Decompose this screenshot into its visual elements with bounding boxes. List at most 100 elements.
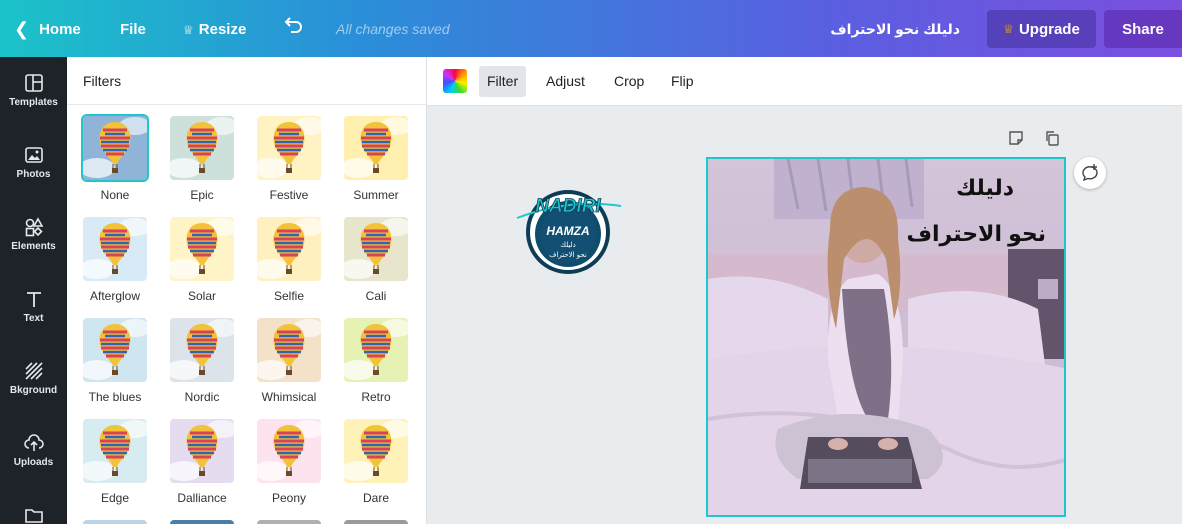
filter-option-edge[interactable]: Edge: [83, 419, 147, 505]
hot-air-balloon-thumbnail: [170, 217, 234, 281]
woman-with-laptop-photo[interactable]: [708, 159, 1066, 517]
filter-thumbnail: [170, 116, 234, 180]
filter-thumbnail: [170, 419, 234, 483]
add-comment-button[interactable]: [1074, 157, 1106, 189]
filter-label: Retro: [361, 390, 391, 404]
rail-item-uploads[interactable]: Uploads: [0, 433, 67, 468]
rail-item-text[interactable]: Text: [0, 289, 67, 324]
filter-thumbnail: [83, 318, 147, 382]
crop-button[interactable]: Crop: [606, 66, 652, 97]
design-page[interactable]: دليلك نحو الاحتراف: [706, 157, 1066, 517]
home-label: Home: [39, 21, 81, 38]
hot-air-balloon-thumbnail: [344, 419, 408, 483]
svg-text:نحو الاحتراف: نحو الاحتراف: [549, 251, 587, 259]
filters-panel: Filters None Epic Festive Summer Afterglow So…: [67, 57, 427, 524]
templates-icon: [24, 74, 43, 92]
resize-button[interactable]: ♕ Resize: [183, 21, 246, 38]
hot-air-balloon-thumbnail: [170, 419, 234, 483]
filter-thumbnail-partial[interactable]: [83, 520, 147, 524]
filter-thumbnail: [257, 217, 321, 281]
side-rail: Templates Photos Elements Text Bkground …: [0, 57, 67, 524]
hot-air-balloon-thumbnail: [257, 116, 321, 180]
filter-label: Dalliance: [177, 491, 227, 505]
filter-option-selfie[interactable]: Selfie: [257, 217, 321, 303]
hot-air-balloon-thumbnail: [83, 419, 147, 483]
background-icon: [24, 362, 43, 380]
design-title[interactable]: دليلك نحو الاحتراف: [830, 21, 960, 38]
filter-thumbnail-partial[interactable]: [344, 520, 408, 524]
file-menu-button[interactable]: File: [120, 21, 146, 38]
filter-option-summer[interactable]: Summer: [344, 116, 408, 202]
design-heading-line1[interactable]: دليلك: [956, 175, 1014, 201]
rail-item-templates[interactable]: Templates: [0, 73, 67, 108]
save-status: All changes saved: [336, 21, 450, 37]
filter-label: The blues: [88, 390, 142, 404]
image-toolbar: Filter Adjust Crop Flip: [427, 57, 1182, 106]
rail-label: Uploads: [13, 457, 54, 468]
filter-label: Nordic: [184, 390, 220, 404]
rail-item-elements[interactable]: Elements: [0, 217, 67, 252]
design-heading-line2[interactable]: نحو الاحتراف: [906, 221, 1046, 247]
svg-text:NADIRI: NADIRI: [535, 196, 601, 217]
svg-text:HAMZA: HAMZA: [546, 224, 589, 238]
rail-label: Text: [23, 313, 44, 324]
filter-option-nordic[interactable]: Nordic: [170, 318, 234, 404]
divider: [67, 104, 426, 105]
hot-air-balloon-thumbnail: [170, 116, 234, 180]
share-button[interactable]: Share: [1104, 10, 1182, 48]
crown-icon: ♕: [183, 22, 194, 37]
filter-thumbnail: [257, 419, 321, 483]
filter-thumbnail: [83, 419, 147, 483]
adjust-button[interactable]: Adjust: [538, 66, 593, 97]
filter-label: None: [100, 188, 130, 202]
upgrade-button[interactable]: ♕ Upgrade: [987, 10, 1096, 48]
uploads-icon: [23, 434, 44, 451]
color-swatch-button[interactable]: [443, 69, 467, 93]
filter-button[interactable]: Filter: [479, 66, 527, 97]
filter-thumbnail: [344, 419, 408, 483]
filter-option-cali[interactable]: Cali: [344, 217, 408, 303]
undo-button[interactable]: [282, 16, 304, 34]
filter-thumbnail: [170, 217, 234, 281]
filter-option-afterglow[interactable]: Afterglow: [83, 217, 147, 303]
hot-air-balloon-thumbnail: [257, 419, 321, 483]
folder-icon: [24, 509, 43, 523]
filter-option-festive[interactable]: Festive: [257, 116, 321, 202]
rail-label: Elements: [11, 241, 56, 252]
canvas-area: NADIRI HAMZA دليلك نحو الاحتراف دليلك نح…: [427, 106, 1182, 524]
rail-item-background[interactable]: Bkground: [0, 361, 67, 396]
hot-air-balloon-thumbnail: [257, 318, 321, 382]
filter-thumbnail: [344, 116, 408, 180]
filter-option-whimsical[interactable]: Whimsical: [257, 318, 321, 404]
nadiri-hamza-logo[interactable]: NADIRI HAMZA دليلك نحو الاحتراف: [509, 178, 627, 278]
filter-thumbnail: [170, 318, 234, 382]
rail-item-photos[interactable]: Photos: [0, 145, 67, 180]
filter-option-retro[interactable]: Retro: [344, 318, 408, 404]
filter-option-none[interactable]: None: [81, 114, 149, 202]
hot-air-balloon-thumbnail: [344, 318, 408, 382]
notes-icon[interactable]: [1008, 130, 1024, 146]
filter-label: Peony: [271, 491, 307, 505]
filter-thumbnail: [83, 217, 147, 281]
filter-option-the-blues[interactable]: The blues: [83, 318, 147, 404]
duplicate-icon[interactable]: [1044, 130, 1060, 146]
filter-thumbnail-partial[interactable]: [170, 520, 234, 524]
filter-option-solar[interactable]: Solar: [170, 217, 234, 303]
filter-label: Solar: [187, 289, 216, 303]
text-icon: [26, 292, 41, 307]
resize-label: Resize: [198, 21, 247, 38]
filter-label: Edge: [100, 491, 130, 505]
filter-option-dalliance[interactable]: Dalliance: [170, 419, 234, 505]
chevron-left-icon: ❮: [14, 19, 30, 39]
filter-option-peony[interactable]: Peony: [257, 419, 321, 505]
hot-air-balloon-thumbnail: [83, 116, 147, 180]
home-button[interactable]: ❮ Home: [14, 19, 81, 40]
hot-air-balloon-thumbnail: [170, 318, 234, 382]
filter-option-dare[interactable]: Dare: [344, 419, 408, 505]
filter-thumbnail-partial[interactable]: [257, 520, 321, 524]
filter-option-epic[interactable]: Epic: [170, 116, 234, 202]
rail-label: Bkground: [9, 385, 58, 396]
flip-button[interactable]: Flip: [663, 66, 702, 97]
hot-air-balloon-thumbnail: [83, 217, 147, 281]
rail-item-folder[interactable]: [0, 505, 67, 524]
